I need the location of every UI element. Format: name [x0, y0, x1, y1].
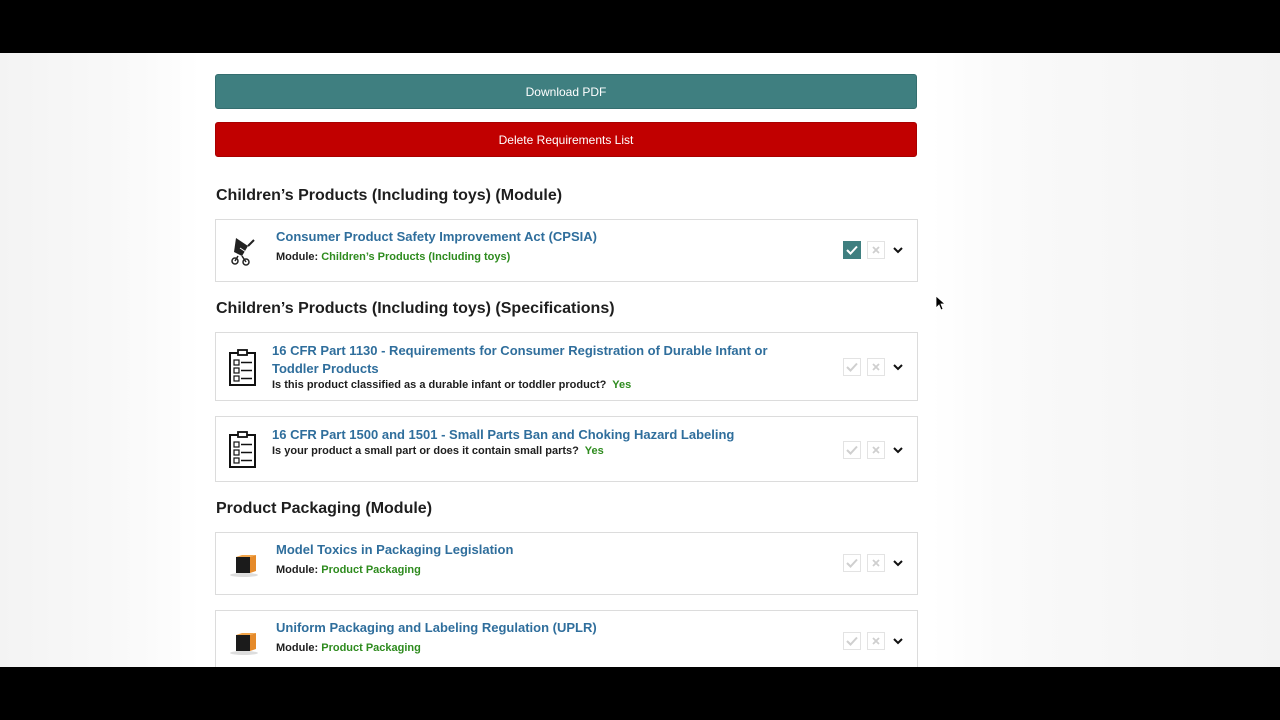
requirement-meta: Is your product a small part or does it … — [272, 445, 604, 457]
requirement-title-link[interactable]: Consumer Product Safety Improvement Act … — [276, 228, 597, 246]
requirement-actions — [843, 241, 905, 259]
box-icon — [228, 627, 258, 661]
chevron-down-icon — [893, 637, 903, 644]
approve-check-button[interactable] — [843, 554, 861, 572]
box-icon — [228, 549, 258, 583]
expand-chevron-button[interactable] — [891, 443, 905, 457]
meta-label: Module: — [276, 642, 319, 654]
requirement-card: Model Toxics in Packaging Legislation Mo… — [215, 532, 918, 595]
meta-label: Module: — [276, 564, 319, 576]
reject-button[interactable] — [867, 632, 885, 650]
approve-check-button[interactable] — [843, 358, 861, 376]
checklist-icon — [228, 349, 258, 386]
expand-chevron-button[interactable] — [891, 243, 905, 257]
download-pdf-button[interactable]: Download PDF — [215, 74, 917, 109]
check-icon — [846, 362, 858, 372]
meta-value: Yes — [584, 445, 604, 457]
section-title-product-packaging: Product Packaging (Module) — [216, 500, 433, 517]
requirement-meta: Module: Product Packaging — [276, 564, 421, 576]
reject-button[interactable] — [867, 554, 885, 572]
delete-requirements-list-button[interactable]: Delete Requirements List — [215, 122, 917, 157]
requirement-meta: Module: Product Packaging — [276, 642, 421, 654]
check-icon — [846, 636, 858, 646]
chevron-down-icon — [893, 446, 903, 453]
reject-button[interactable] — [867, 358, 885, 376]
main-content: Download PDF Delete Requirements List Ch… — [201, 53, 932, 667]
mouse-cursor-icon — [935, 295, 945, 311]
check-icon — [846, 245, 858, 255]
chevron-down-icon — [893, 363, 903, 370]
close-icon — [872, 446, 880, 454]
expand-chevron-button[interactable] — [891, 556, 905, 570]
meta-value: Product Packaging — [321, 642, 421, 654]
meta-value: Product Packaging — [321, 564, 421, 576]
requirement-card: 16 CFR Part 1500 and 1501 - Small Parts … — [215, 416, 918, 482]
reject-button[interactable] — [867, 441, 885, 459]
check-icon — [846, 445, 858, 455]
requirement-actions — [843, 632, 905, 650]
meta-value: Children’s Products (Including toys) — [321, 251, 511, 263]
meta-label: Module: — [276, 251, 319, 263]
chevron-down-icon — [893, 246, 903, 253]
stroller-icon — [228, 234, 258, 268]
close-icon — [872, 363, 880, 371]
requirement-title-link[interactable]: 16 CFR Part 1130 - Requirements for Cons… — [272, 342, 812, 378]
requirement-actions — [843, 441, 905, 459]
approve-check-button[interactable] — [843, 241, 861, 259]
expand-chevron-button[interactable] — [891, 634, 905, 648]
reject-button[interactable] — [867, 241, 885, 259]
requirement-card: Uniform Packaging and Labeling Regulatio… — [215, 610, 918, 667]
approve-check-button[interactable] — [843, 632, 861, 650]
requirement-card: Consumer Product Safety Improvement Act … — [215, 219, 918, 282]
expand-chevron-button[interactable] — [891, 360, 905, 374]
close-icon — [872, 559, 880, 567]
requirement-actions — [843, 358, 905, 376]
chevron-down-icon — [893, 559, 903, 566]
close-icon — [872, 246, 880, 254]
requirement-actions — [843, 554, 905, 572]
close-icon — [872, 637, 880, 645]
requirement-meta: Module: Children’s Products (Including t… — [276, 251, 510, 263]
meta-label: Is this product classified as a durable … — [272, 379, 607, 391]
requirement-title-link[interactable]: Model Toxics in Packaging Legislation — [276, 541, 513, 559]
section-title-childrens-module: Children’s Products (Including toys) (Mo… — [216, 187, 563, 204]
requirement-title-link[interactable]: 16 CFR Part 1500 and 1501 - Small Parts … — [272, 426, 734, 444]
page-viewport: Download PDF Delete Requirements List Ch… — [0, 53, 1280, 667]
approve-check-button[interactable] — [843, 441, 861, 459]
check-icon — [846, 558, 858, 568]
requirement-title-link[interactable]: Uniform Packaging and Labeling Regulatio… — [276, 619, 597, 637]
meta-value: Yes — [612, 379, 632, 391]
meta-label: Is your product a small part or does it … — [272, 445, 579, 457]
section-title-childrens-specifications: Children’s Products (Including toys) (Sp… — [216, 300, 615, 317]
requirement-card: 16 CFR Part 1130 - Requirements for Cons… — [215, 332, 918, 401]
requirement-meta: Is this product classified as a durable … — [272, 379, 631, 391]
checklist-icon — [228, 431, 258, 468]
